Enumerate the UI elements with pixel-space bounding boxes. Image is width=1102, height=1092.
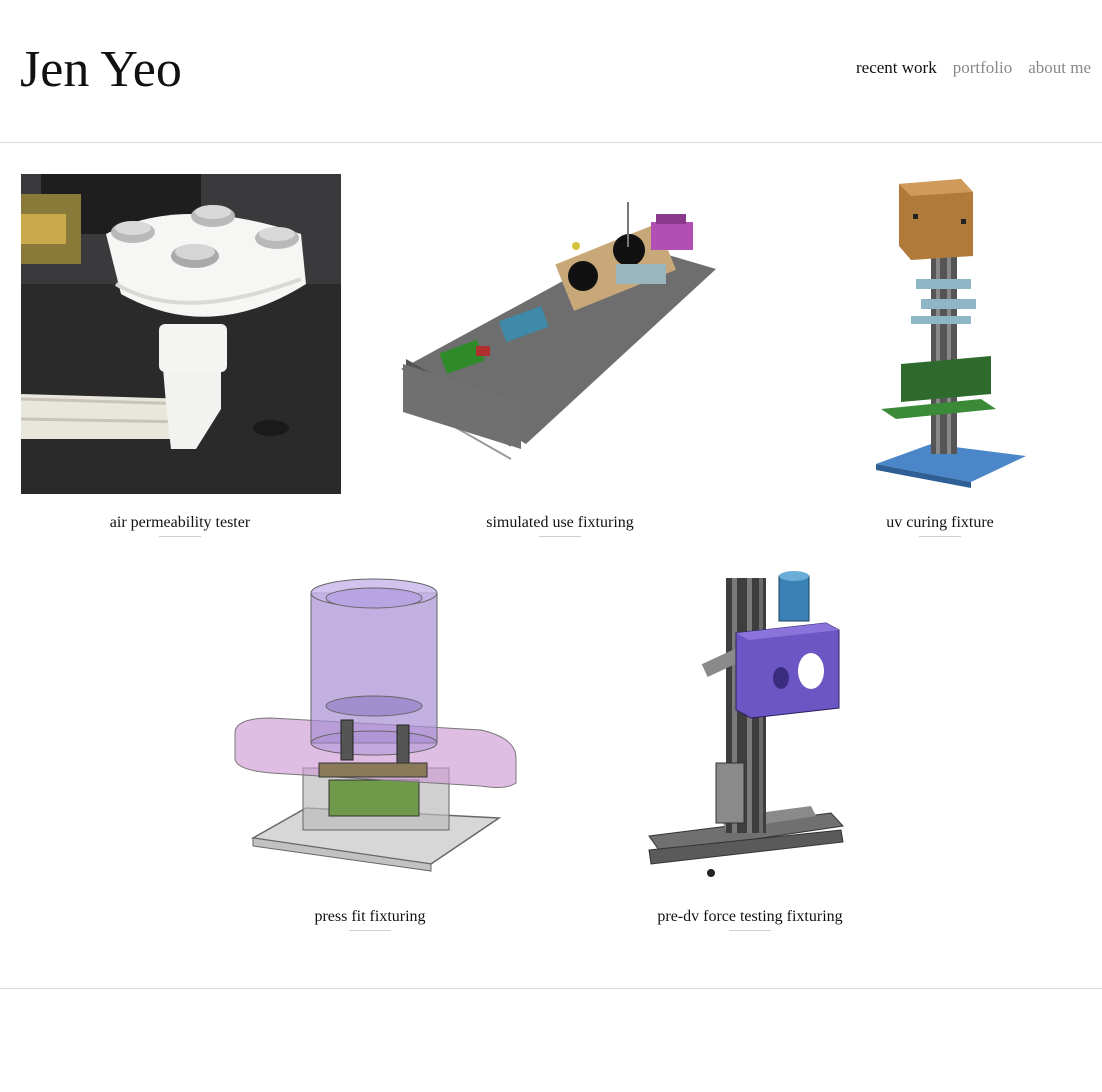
air-permeability-tester-caption[interactable]: air permeability tester	[20, 514, 340, 532]
caption-underline	[159, 536, 201, 537]
site-title-link[interactable]: Jen Yeo	[20, 38, 182, 102]
uv-curing-fixture-caption[interactable]: uv curing fixture	[780, 514, 1100, 532]
caption-underline	[919, 536, 961, 537]
footer-divider	[0, 988, 1102, 989]
air-permeability-tester-image[interactable]	[21, 174, 341, 494]
simulated-use-fixturing-image[interactable]	[401, 174, 721, 494]
press-fit-fixturing-caption[interactable]: press fit fixturing	[210, 908, 530, 926]
nav-portfolio[interactable]: portfolio	[953, 58, 1013, 78]
nav-about-me[interactable]: about me	[1028, 58, 1091, 78]
uv-curing-fixture-image[interactable]	[781, 174, 1101, 494]
pre-dv-force-testing-fixturing-render	[648, 571, 845, 877]
uv-curing-fixture-render	[876, 179, 1026, 488]
pre-dv-force-testing-fixturing-image[interactable]	[591, 568, 911, 888]
simulated-use-fixturing-caption[interactable]: simulated use fixturing	[400, 514, 720, 532]
site-header: Jen Yeo recent work portfolio about me	[0, 0, 1102, 143]
pre-dv-force-testing-fixturing-caption[interactable]: pre-dv force testing fixturing	[590, 908, 910, 926]
press-fit-fixturing-render	[234, 578, 517, 872]
page: Jen Yeo recent work portfolio about me a…	[0, 0, 1102, 1092]
air-permeability-tester-photo	[21, 174, 341, 494]
nav-recent-work[interactable]: recent work	[856, 58, 937, 78]
caption-underline	[349, 930, 391, 931]
caption-underline	[729, 930, 771, 931]
press-fit-fixturing-image[interactable]	[211, 568, 531, 888]
caption-underline	[539, 536, 581, 537]
main-nav: recent work portfolio about me	[856, 58, 1091, 78]
simulated-use-fixturing-render	[401, 202, 716, 460]
